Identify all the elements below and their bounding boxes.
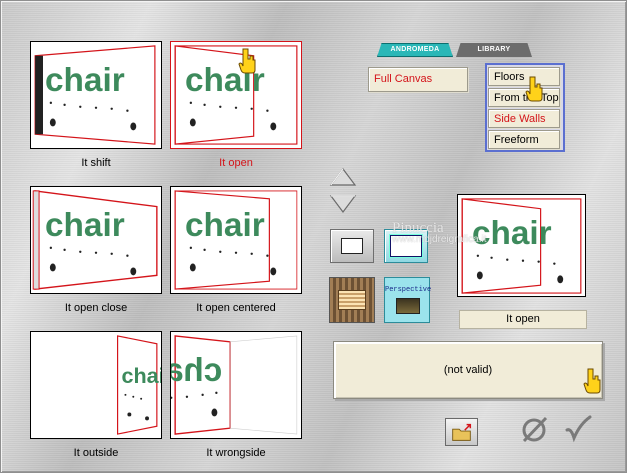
arrow-down-button[interactable] <box>329 194 357 214</box>
preset-thumbnail-image: chair <box>171 187 301 293</box>
preset-thumbnail-wrongside[interactable]: chair <box>170 331 302 439</box>
tab-library[interactable]: LIBRARY <box>456 43 532 57</box>
perspective-scene-icon <box>396 298 420 314</box>
frame-plain-button[interactable] <box>330 229 374 263</box>
submenu-item-floors[interactable]: Floors <box>488 67 560 86</box>
perspective-label: Perspective <box>385 286 432 294</box>
preset-thumbnail-image: chair <box>31 332 161 438</box>
frame-glow-button[interactable] <box>384 229 428 263</box>
svg-text:chair: chair <box>472 215 552 252</box>
cancel-button[interactable] <box>519 414 551 444</box>
preset-label-openclose: It open close <box>64 302 128 314</box>
preview-image: chair <box>458 195 585 296</box>
texture-icon <box>338 290 366 310</box>
mode-full-canvas[interactable]: Full Canvas <box>368 67 468 92</box>
chevron-down-icon <box>329 195 357 213</box>
submenu-item-freeform[interactable]: Freeform <box>488 130 560 149</box>
preset-thumbnail-image: chair <box>31 187 161 293</box>
frame-glow-icon <box>390 235 422 257</box>
chevron-up-icon <box>329 168 357 186</box>
folder-icon <box>452 423 472 441</box>
submenu-item-from-the-top[interactable]: From the Top <box>488 88 560 107</box>
hand-pointer-icon <box>238 48 256 74</box>
svg-text:chair: chair <box>45 207 125 244</box>
preset-label-outside: It outside <box>73 447 119 459</box>
preset-label-wrongside: It wrongside <box>206 447 266 459</box>
preset-thumbnail-open[interactable]: chair <box>170 41 302 149</box>
preset-label-centered: It open centered <box>196 302 276 314</box>
ok-checkmark-button[interactable] <box>563 414 593 444</box>
status-panel: (not valid) <box>333 341 603 399</box>
svg-text:chair: chair <box>122 363 161 388</box>
preview-panel: chair <box>457 194 586 297</box>
svg-text:chair: chair <box>185 207 265 244</box>
preset-thumbnail-image: chair <box>31 42 161 148</box>
arrow-up-button[interactable] <box>329 167 357 187</box>
preset-thumbnail-openclose[interactable]: chair <box>30 186 162 294</box>
svg-text:chair: chair <box>45 62 125 99</box>
submenu-item-side-walls[interactable]: Side Walls <box>488 109 560 128</box>
tab-andromeda[interactable]: ANDROMEDA <box>377 43 453 57</box>
preset-label-shift: It shift <box>81 157 111 169</box>
preset-thumbnail-image: chair <box>171 332 301 438</box>
perspective-preset-button[interactable]: Perspective <box>384 277 432 323</box>
preset-label-open: It open <box>219 157 253 169</box>
preview-label: It open <box>459 310 587 329</box>
preset-thumbnail-image: chair <box>171 42 301 148</box>
preset-thumbnail-centered[interactable]: chair <box>170 186 302 294</box>
texture-button[interactable] <box>329 277 375 323</box>
preset-thumbnail-outside[interactable]: chair <box>30 331 162 439</box>
frame-plain-icon <box>341 238 363 254</box>
open-folder-button[interactable] <box>445 418 478 446</box>
hand-pointer-icon <box>583 368 601 394</box>
svg-text:chair: chair <box>171 352 222 389</box>
preset-thumbnail-shift[interactable]: chair <box>30 41 162 149</box>
hand-pointer-icon <box>525 76 543 102</box>
